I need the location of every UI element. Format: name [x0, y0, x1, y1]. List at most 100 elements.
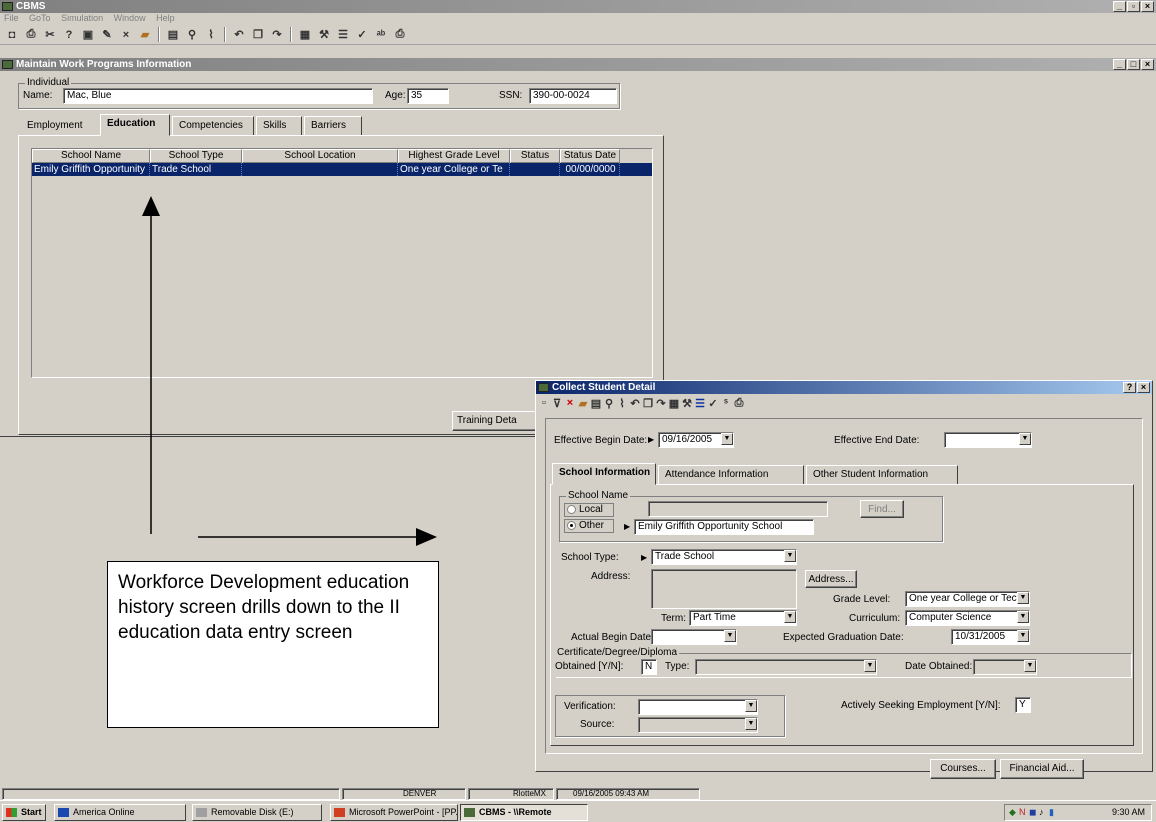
find-button[interactable]: Find...	[860, 500, 904, 518]
tab-education[interactable]: Education	[100, 114, 170, 136]
expected-graduation-label: Expected Graduation Date:	[783, 632, 904, 643]
taskbar-item-label: America Online	[73, 807, 135, 817]
delete-icon[interactable]: ×	[564, 395, 576, 411]
chevron-down-icon[interactable]: ▼	[1019, 433, 1031, 445]
term-label: Term:	[661, 613, 686, 624]
tab-other-student-information[interactable]: Other Student Information	[806, 465, 958, 485]
grade-level-value[interactable]: One year College or Tech Sc	[905, 591, 1030, 607]
obtained-label: Obtained [Y/N]:	[555, 661, 624, 672]
chevron-down-icon[interactable]: ▼	[1024, 660, 1036, 672]
start-label: Start	[21, 807, 42, 817]
school-type-value[interactable]: Trade School	[651, 549, 797, 565]
status-panel-datetime: 09/16/2005 09:43 AM	[556, 788, 700, 800]
grade-level-select[interactable]: One year College or Tech Sc ▼	[905, 591, 1030, 607]
dialog-content-frame: Effective Begin Date: ▶ 09/16/2005 ▼ Eff…	[545, 418, 1143, 754]
actual-begin-label: Actual Begin Date:	[571, 632, 654, 643]
redo-icon[interactable]: ↷	[655, 395, 667, 411]
tab-attendance-information[interactable]: Attendance Information	[658, 465, 804, 485]
type-label: Type:	[665, 661, 690, 672]
chevron-down-icon[interactable]: ▼	[1017, 630, 1029, 642]
system-tray: ◆ N ◼ ♪ ▮ 9:30 AM	[1004, 804, 1152, 821]
obtained-field[interactable]: N	[641, 659, 657, 675]
taskbar-item-aol[interactable]: America Online	[54, 804, 186, 821]
curriculum-select[interactable]: Computer Science ▼	[905, 610, 1030, 626]
term-value[interactable]: Part Time	[689, 610, 797, 626]
right-arrow-head	[416, 528, 437, 546]
help-icon[interactable]: ?	[1123, 382, 1136, 393]
chevron-down-icon[interactable]: ▼	[1017, 592, 1029, 604]
address-field[interactable]	[651, 569, 797, 609]
curriculum-label: Curriculum:	[849, 613, 901, 624]
term-select[interactable]: Part Time ▼	[689, 610, 797, 626]
chevron-down-icon[interactable]: ▼	[745, 700, 757, 712]
source-select[interactable]: ▼	[638, 717, 758, 733]
certificate-group: Certificate/Degree/Diploma Obtained [Y/N…	[555, 647, 1131, 677]
taskbar-item-cbms[interactable]: CBMS - \\Remote	[460, 804, 588, 821]
row-pointer-icon: ▶	[641, 553, 648, 562]
local-radio-label: Local	[579, 504, 603, 515]
source-value[interactable]	[638, 717, 758, 733]
date-obtained-field[interactable]: ▼	[973, 659, 1037, 675]
verification-value[interactable]	[638, 699, 758, 715]
taskbar-item-powerpoint[interactable]: Microsoft PowerPoint - [PP...	[330, 804, 458, 821]
effective-begin-date-field[interactable]: 09/16/2005 ▼	[658, 432, 734, 448]
local-radio-circle[interactable]	[567, 504, 576, 514]
certificate-type-value[interactable]	[695, 659, 877, 675]
courses-button[interactable]: Courses...	[930, 759, 996, 779]
new-icon[interactable]: ▫	[538, 395, 550, 411]
list-icon[interactable]: ☰	[694, 395, 706, 411]
row-pointer-icon: ▶	[624, 522, 631, 531]
cbms-icon	[464, 808, 475, 817]
financial-aid-button[interactable]: Financial Aid...	[1000, 759, 1084, 779]
network-icon[interactable]: ◆	[1009, 805, 1016, 820]
attach-icon[interactable]: ⌇	[616, 395, 628, 411]
status-panel-main	[2, 788, 340, 800]
curriculum-value[interactable]: Computer Science	[905, 610, 1030, 626]
certificate-type-select[interactable]: ▼	[695, 659, 877, 675]
tools-icon[interactable]: ⚒	[681, 395, 693, 411]
tray-icon[interactable]: ◼	[1029, 805, 1036, 820]
address-button[interactable]: Address...	[805, 570, 857, 588]
other-school-field[interactable]: Emily Griffith Opportunity School	[634, 519, 814, 535]
folder-icon[interactable]: ▰	[577, 395, 589, 411]
find-icon[interactable]: ⚲	[603, 395, 615, 411]
source-label: Source:	[580, 719, 615, 730]
local-radio[interactable]: Local	[564, 503, 614, 517]
filter-icon[interactable]: ⊽	[551, 395, 563, 411]
other-radio-circle[interactable]	[567, 520, 576, 530]
expected-graduation-date-field[interactable]: 10/31/2005 ▼	[951, 629, 1030, 645]
chevron-down-icon[interactable]: ▼	[1017, 611, 1029, 623]
chevron-down-icon[interactable]: ▼	[721, 433, 733, 445]
local-school-field[interactable]	[648, 501, 828, 517]
chevron-down-icon[interactable]: ▼	[784, 550, 796, 562]
volume-icon[interactable]: ♪	[1039, 805, 1044, 820]
dialog-toolbar: ▫ ⊽ × ▰ ▤ ⚲ ⌇ ↶ ❐ ↷ ▦ ⚒ ☰ ✓ ˢ ⎙	[536, 394, 1152, 412]
spell-icon[interactable]: ˢ	[720, 395, 732, 411]
actual-begin-date-field[interactable]: ▼	[651, 629, 737, 645]
chevron-down-icon[interactable]: ▼	[724, 630, 736, 642]
drive-icon	[196, 808, 207, 817]
up-arrow-head	[142, 196, 160, 216]
close-icon[interactable]: ×	[1137, 382, 1150, 393]
antivirus-icon[interactable]: N	[1019, 805, 1026, 820]
save-icon[interactable]: ▤	[590, 395, 602, 411]
other-radio[interactable]: Other	[564, 519, 614, 533]
tray-icon[interactable]: ▮	[1049, 805, 1054, 820]
verification-select[interactable]: ▼	[638, 699, 758, 715]
check-icon[interactable]: ✓	[707, 395, 719, 411]
chevron-down-icon[interactable]: ▼	[745, 718, 757, 730]
taskbar-item-removable-disk[interactable]: Removable Disk (E:)	[192, 804, 322, 821]
dialog-icon	[538, 383, 549, 392]
calendar-icon[interactable]: ▦	[668, 395, 680, 411]
start-button[interactable]: Start	[2, 804, 46, 821]
chevron-down-icon[interactable]: ▼	[784, 611, 796, 623]
actively-seeking-field[interactable]: Y	[1015, 697, 1031, 713]
undo-icon[interactable]: ↶	[629, 395, 641, 411]
tab-school-information[interactable]: School Information	[552, 463, 656, 485]
print-icon[interactable]: ⎙	[733, 395, 745, 411]
chevron-down-icon[interactable]: ▼	[864, 660, 876, 672]
school-type-select[interactable]: Trade School ▼	[651, 549, 797, 565]
doc-icon[interactable]: ❐	[642, 395, 654, 411]
annotation-box: Workforce Development education history …	[107, 561, 439, 728]
effective-end-date-field[interactable]: ▼	[944, 432, 1032, 448]
